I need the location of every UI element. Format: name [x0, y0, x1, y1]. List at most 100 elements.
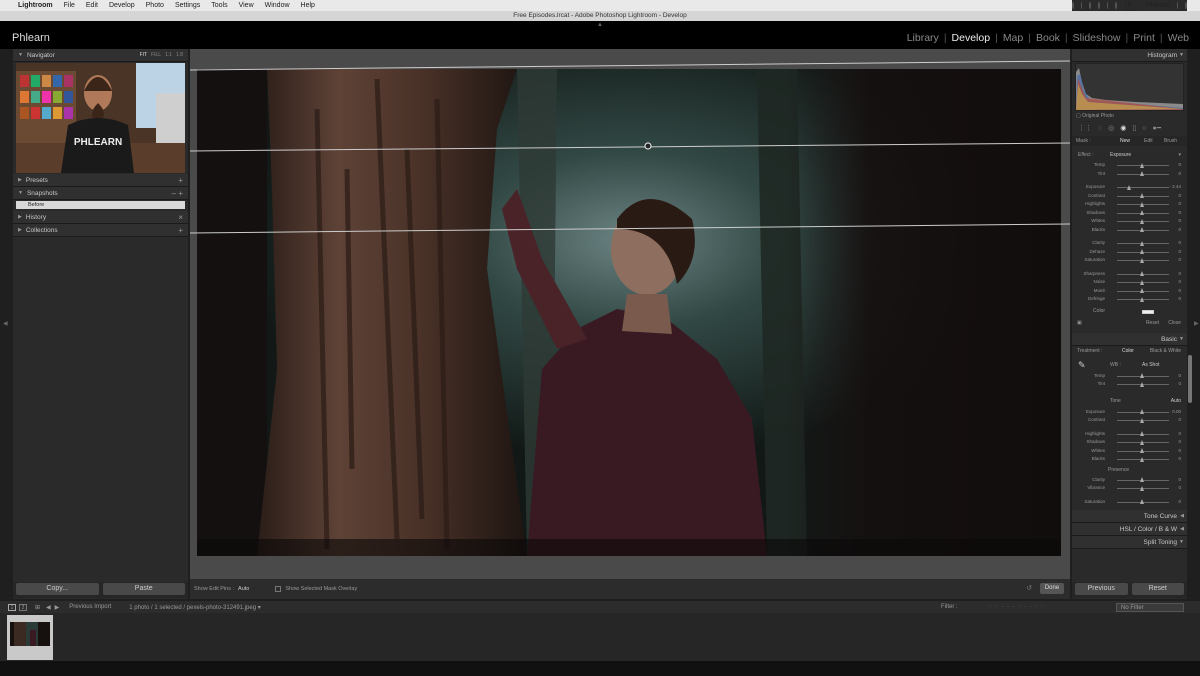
tone-slider-knob[interactable]	[1140, 409, 1144, 414]
tone-slider-value[interactable]: 0	[1178, 448, 1181, 453]
effect-slider-knob[interactable]	[1140, 227, 1144, 232]
add-preset-button[interactable]: +	[178, 176, 183, 185]
wb-slider-knob[interactable]	[1140, 381, 1144, 387]
user-name[interactable]: Phlearn	[1146, 2, 1170, 9]
rating-filter-stars[interactable]: · · · · · · · · · ·	[990, 604, 1044, 610]
navigator-preview[interactable]: PHLEARN	[16, 63, 185, 173]
wb-select[interactable]: As Shot	[1142, 362, 1160, 368]
module-print[interactable]: Print	[1128, 32, 1160, 44]
wb-slider-knob[interactable]	[1140, 373, 1144, 378]
original-photo-toggle[interactable]: ▢ Original Photo	[1072, 112, 1187, 120]
presence-slider[interactable]: Vibrance 0	[1072, 484, 1187, 493]
effect-slider-value[interactable]: - 2.44	[1169, 184, 1181, 189]
mask-toggle-icon[interactable]: ▣	[1077, 320, 1082, 326]
toggle-icon[interactable]: ●━	[1152, 124, 1160, 132]
crop-tool-icon[interactable]: ⋮⋮	[1078, 124, 1092, 132]
menu-edit[interactable]: Edit	[86, 2, 98, 9]
tone-slider-value[interactable]: 0	[1178, 431, 1181, 436]
filmstrip-thumbnail[interactable]	[7, 615, 53, 660]
done-button[interactable]: Done	[1040, 583, 1064, 594]
effect-slider[interactable]: Highlights 0	[1072, 200, 1187, 209]
wifi-icon[interactable]	[1106, 2, 1109, 9]
module-map[interactable]: Map	[998, 32, 1028, 44]
wb-slider[interactable]: Temp 0	[1072, 372, 1187, 381]
tone-slider-value[interactable]: 0	[1178, 439, 1181, 444]
history-header[interactable]: ▶ History ×	[13, 211, 188, 224]
effect-slider-track[interactable]	[1117, 187, 1169, 188]
clear-history-button[interactable]: ×	[178, 213, 183, 222]
effect-slider-value[interactable]: 0	[1178, 271, 1181, 276]
back-arrow-icon[interactable]: ◀	[46, 604, 51, 611]
menu-window[interactable]: Window	[265, 2, 290, 9]
filmstrip-source[interactable]: Previous Import	[69, 604, 111, 610]
effect-slider[interactable]: Clarity 0	[1072, 239, 1187, 248]
snapshot-item[interactable]: Before	[16, 201, 185, 209]
snapshots-header[interactable]: ▼ Snapshots – +	[13, 187, 188, 200]
module-develop[interactable]: Develop	[947, 32, 996, 44]
effect-slider-knob[interactable]	[1140, 162, 1144, 168]
effect-slider-knob[interactable]	[1140, 193, 1144, 198]
zoom-1-1[interactable]: 1:1	[165, 52, 172, 58]
reset-icon[interactable]: ↺	[1026, 584, 1032, 592]
tone-slider-knob[interactable]	[1140, 448, 1144, 453]
effect-slider-value[interactable]: 0	[1178, 249, 1181, 254]
tone-slider-knob[interactable]	[1140, 431, 1144, 436]
copy-button[interactable]: Copy...	[16, 583, 99, 595]
tone-slider-knob[interactable]	[1140, 439, 1144, 445]
treatment-bw[interactable]: Black & White	[1150, 348, 1181, 354]
presence-slider-value[interactable]: 0	[1178, 499, 1181, 504]
color-swatch[interactable]	[1142, 309, 1154, 314]
tone-slider[interactable]: Exposure 0.00	[1072, 408, 1187, 417]
menu-tools[interactable]: Tools	[211, 2, 227, 9]
previous-button[interactable]: Previous	[1075, 583, 1128, 595]
menu-photo[interactable]: Photo	[146, 2, 164, 9]
effect-slider[interactable]: Noise 0	[1072, 278, 1187, 287]
add-collection-button[interactable]: +	[178, 226, 183, 235]
tone-slider[interactable]: Whites 0	[1072, 447, 1187, 456]
effect-slider-knob[interactable]	[1140, 271, 1144, 276]
effect-slider-value[interactable]: 0	[1178, 171, 1181, 176]
menu-file[interactable]: File	[64, 2, 75, 9]
presence-slider[interactable]: Clarity 0	[1072, 476, 1187, 485]
effect-slider-value[interactable]: 0	[1178, 227, 1181, 232]
zoom-fill[interactable]: FILL	[151, 52, 161, 58]
mask-new[interactable]: New	[1120, 136, 1130, 146]
module-book[interactable]: Book	[1031, 32, 1065, 44]
menu-settings[interactable]: Settings	[175, 2, 200, 9]
left-panel-toggle-icon[interactable]: ◀	[3, 320, 8, 327]
wb-slider-value[interactable]: 0	[1178, 381, 1181, 386]
presence-slider-knob[interactable]	[1140, 499, 1144, 504]
effect-slider[interactable]: Dehaze 0	[1072, 248, 1187, 257]
reset-button[interactable]: Reset	[1131, 583, 1184, 595]
navigator-header[interactable]: ▼ Navigator FIT FILL 1:1 1:8	[13, 49, 188, 62]
presets-header[interactable]: ▶ Presets +	[13, 174, 188, 187]
menu-list-icon[interactable]	[1185, 2, 1187, 9]
effect-slider-knob[interactable]	[1140, 288, 1144, 293]
collections-header[interactable]: ▶ Collections +	[13, 224, 188, 237]
adjustment-brush-tool-icon[interactable]: ○	[1142, 125, 1146, 132]
edit-pins-select[interactable]: Auto	[238, 586, 249, 592]
effect-slider-value[interactable]: 0	[1178, 288, 1181, 293]
effect-slider[interactable]: Saturation 0	[1072, 256, 1187, 265]
menu-develop[interactable]: Develop	[109, 2, 135, 9]
effect-slider[interactable]: Shadows 0	[1072, 209, 1187, 218]
effect-slider[interactable]: Exposure - 2.44	[1072, 183, 1187, 192]
effect-slider-value[interactable]: 0	[1178, 193, 1181, 198]
effect-slider[interactable]: Tint 0	[1072, 170, 1187, 179]
effect-slider[interactable]: Whites 0	[1072, 217, 1187, 226]
tone-slider-value[interactable]: 0	[1178, 417, 1181, 422]
tone-slider[interactable]: Blacks 0	[1072, 455, 1187, 464]
status-icon[interactable]	[1089, 2, 1091, 9]
effect-slider-value[interactable]: 0	[1178, 218, 1181, 223]
hsl-header[interactable]: HSL / Color / B & W ◀	[1072, 523, 1187, 536]
presence-slider-knob[interactable]	[1140, 485, 1144, 491]
effect-slider-value[interactable]: 0	[1178, 279, 1181, 284]
treatment-color[interactable]: Color	[1122, 348, 1134, 354]
filmstrip-status[interactable]: 1 photo / 1 selected / pexels-photo-3124…	[129, 604, 260, 611]
secondary-display-icon[interactable]: 2	[19, 603, 27, 611]
effect-slider-value[interactable]: 0	[1178, 210, 1181, 215]
wb-slider-value[interactable]: 0	[1178, 373, 1181, 378]
effect-slider[interactable]: Moiré 0	[1072, 287, 1187, 296]
effect-slider-knob[interactable]	[1140, 240, 1144, 246]
effect-slider-value[interactable]: 0	[1178, 257, 1181, 262]
